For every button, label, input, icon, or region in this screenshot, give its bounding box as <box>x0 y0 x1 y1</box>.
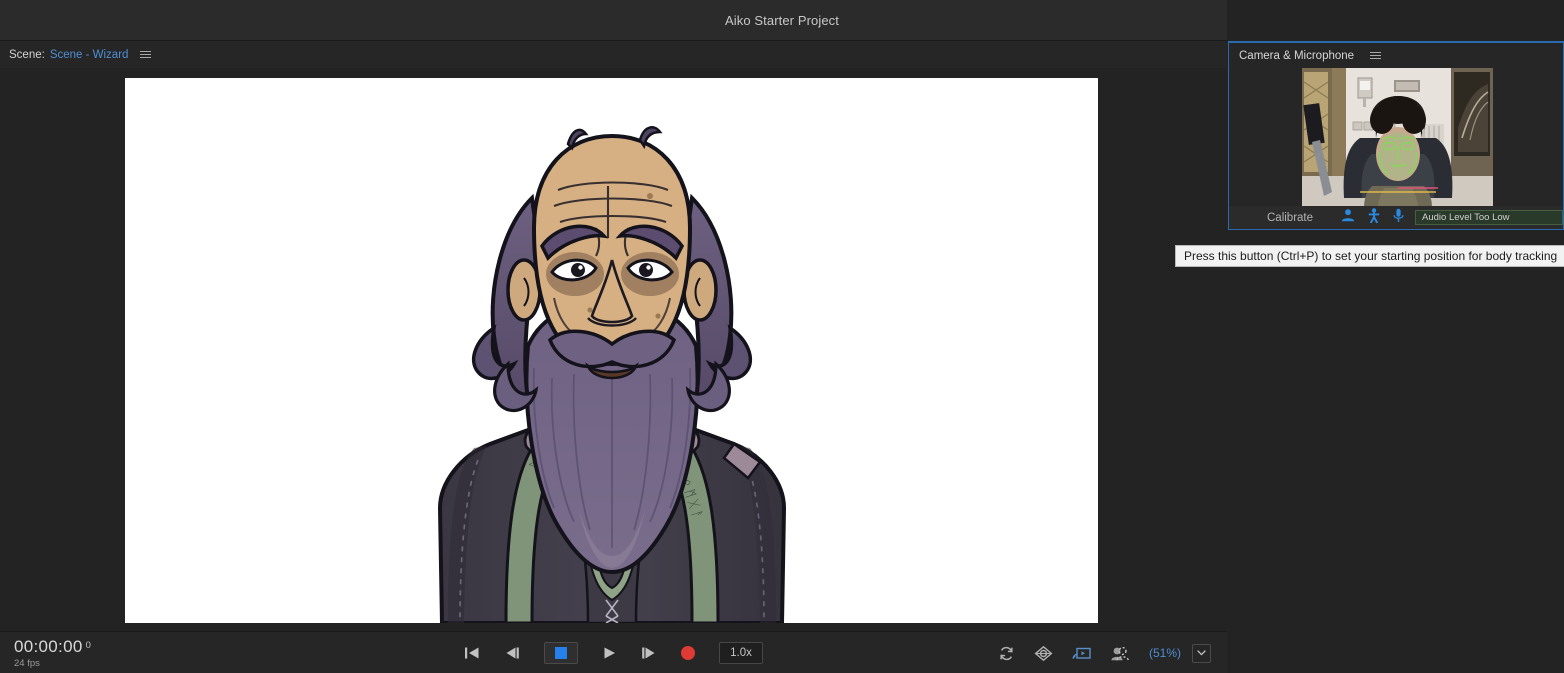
step-back-button[interactable] <box>504 646 520 660</box>
origin-icon[interactable] <box>1034 645 1053 662</box>
playback-speed-button[interactable]: 1.0x <box>719 642 763 664</box>
puppet-canvas[interactable]: ᛒ ᛟ ᛗ ᚷ ᚨ ᛒ ᛟ ᛗ ᚷ ᚨ <box>125 78 1098 623</box>
wizard-puppet-artwork[interactable]: ᛒ ᛟ ᛗ ᚷ ᚨ ᛒ ᛟ ᛗ ᚷ ᚨ <box>382 78 842 623</box>
step-forward-button[interactable] <box>641 646 657 660</box>
scene-bar: Scene: Scene - Wizard <box>0 41 1227 68</box>
scene-name[interactable]: Scene - Wizard <box>50 49 129 61</box>
tooltip-text: Press this button (Ctrl+P) to set your s… <box>1184 249 1557 263</box>
face-tracking-icon[interactable] <box>1341 208 1355 227</box>
scene-label: Scene: <box>9 49 45 61</box>
calibrate-button[interactable]: Calibrate <box>1267 212 1313 224</box>
app-window: Aiko Starter Project PRO Scene: Scene - … <box>0 0 1564 673</box>
tracking-toggles <box>1341 208 1404 228</box>
go-to-start-button[interactable] <box>464 646 480 660</box>
stop-button[interactable] <box>544 642 578 664</box>
transport-bar: 00:00:000 24 fps 1.0x <box>0 631 1227 673</box>
camera-panel-title: Camera & Microphone <box>1239 50 1354 62</box>
transport-right-controls: (51%) <box>998 632 1211 673</box>
onion-skin-icon[interactable] <box>1110 645 1130 662</box>
refresh-icon[interactable] <box>998 645 1015 662</box>
record-button[interactable] <box>681 646 695 660</box>
play-button[interactable] <box>602 646 617 660</box>
camera-panel-header: Camera & Microphone <box>1229 43 1563 68</box>
hamburger-menu-icon[interactable] <box>1370 52 1381 59</box>
body-tracking-tooltip: Press this button (Ctrl+P) to set your s… <box>1175 245 1564 267</box>
stream-icon[interactable] <box>1072 645 1091 661</box>
stage-area[interactable]: ᛒ ᛟ ᛗ ᚷ ᚨ ᛒ ᛟ ᛗ ᚷ ᚨ <box>0 68 1227 631</box>
audio-level-status: Audio Level Too Low <box>1415 210 1563 225</box>
camera-controls-bar: Calibrate Audio Level Too Low <box>1229 206 1563 229</box>
right-panel-column: Camera & Microphone <box>1227 0 1564 673</box>
stop-square-icon <box>555 647 567 659</box>
body-tracking-icon[interactable] <box>1368 208 1380 228</box>
camera-microphone-panel: Camera & Microphone <box>1228 41 1564 230</box>
chevron-down-icon[interactable] <box>1192 644 1211 663</box>
hamburger-menu-icon[interactable] <box>140 51 151 58</box>
zoom-level[interactable]: (51%) <box>1149 646 1181 660</box>
microphone-icon[interactable] <box>1393 208 1404 228</box>
webcam-preview[interactable] <box>1302 68 1493 208</box>
